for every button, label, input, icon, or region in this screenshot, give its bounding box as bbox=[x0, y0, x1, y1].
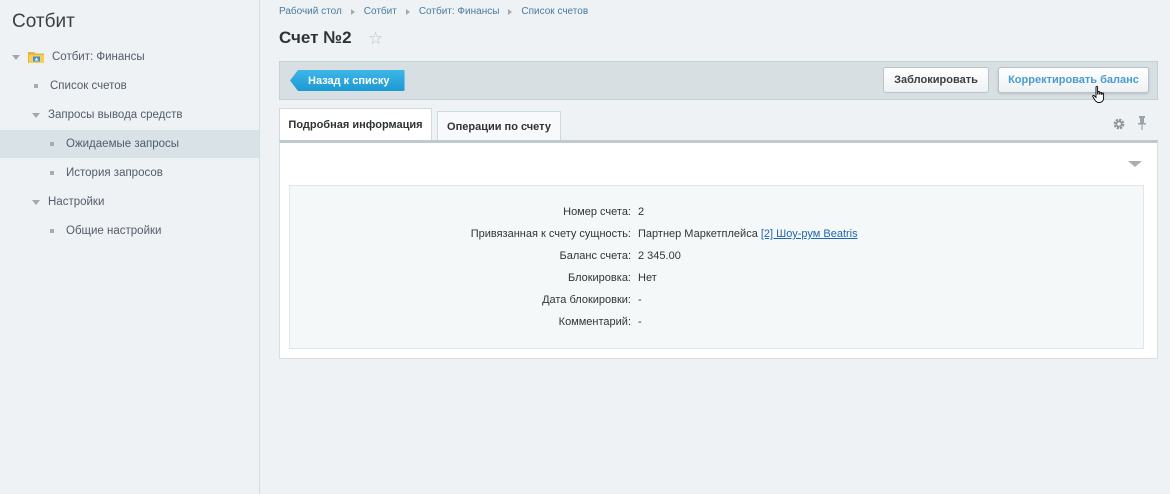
page-title: Счет №2 bbox=[279, 28, 352, 47]
sidebar-item-pending-requests[interactable]: Ожидаемые запросы bbox=[0, 130, 259, 158]
detail-label: Привязанная к счету сущность: bbox=[470, 228, 631, 240]
sidebar-item-label: Сотбит: Финансы bbox=[52, 51, 145, 63]
back-to-list-button[interactable]: Назад к списку bbox=[290, 70, 405, 91]
sidebar-item-accounts-list[interactable]: Список счетов bbox=[0, 72, 259, 100]
entity-type: Партнер Маркетплейса bbox=[638, 228, 758, 240]
breadcrumb-item-sotbit[interactable]: Сотбит bbox=[364, 6, 397, 17]
sidebar-item-settings[interactable]: Настройки bbox=[0, 188, 259, 216]
sidebar-item-label: Ожидаемые запросы bbox=[66, 138, 180, 150]
chevron-right-icon bbox=[350, 8, 355, 15]
detail-row-block-date: Дата блокировки: - bbox=[290, 294, 1145, 310]
sidebar-item-label: История запросов bbox=[66, 167, 163, 179]
detail-label: Номер счета: bbox=[563, 206, 631, 218]
detail-label: Блокировка: bbox=[567, 272, 631, 284]
sidebar: Сотбит Сотбит: Финансы Список счетов Зап… bbox=[0, 0, 260, 494]
detail-row-entity: Привязанная к счету сущность: Партнер Ма… bbox=[290, 228, 1145, 244]
chevron-down-icon bbox=[32, 199, 40, 205]
sidebar-item-label: Список счетов bbox=[50, 80, 127, 92]
sidebar-item-label: Запросы вывода средств bbox=[48, 109, 183, 121]
chevron-down-icon bbox=[12, 54, 20, 60]
breadcrumb-item-finance[interactable]: Сотбит: Финансы bbox=[419, 6, 500, 17]
bullet-icon bbox=[50, 229, 54, 233]
chevron-right-icon bbox=[508, 8, 513, 15]
detail-label: Комментарий: bbox=[558, 316, 631, 328]
detail-value: 2 345.00 bbox=[638, 250, 681, 262]
details-box: Номер счета: 2 Привязанная к счету сущно… bbox=[289, 185, 1144, 349]
star-icon[interactable]: ☆ bbox=[368, 30, 383, 47]
chevron-right-icon bbox=[405, 8, 410, 15]
breadcrumb-item-desktop[interactable]: Рабочий стол bbox=[279, 6, 342, 17]
sidebar-item-withdrawals[interactable]: Запросы вывода средств bbox=[0, 101, 259, 129]
detail-value: - bbox=[638, 316, 642, 328]
lock-button[interactable]: Заблокировать bbox=[883, 67, 989, 93]
detail-label: Дата блокировки: bbox=[542, 294, 631, 306]
chevron-down-icon bbox=[32, 112, 40, 118]
bullet-icon bbox=[34, 84, 38, 88]
detail-value: 2 bbox=[638, 206, 645, 218]
entity-link[interactable]: [2] Шоу-рум Beatris bbox=[761, 228, 858, 240]
detail-row-account-number: Номер счета: 2 bbox=[290, 206, 1145, 222]
sidebar-item-finance[interactable]: Сотбит: Финансы bbox=[0, 43, 259, 71]
sidebar-item-label: Настройки bbox=[48, 196, 105, 208]
sidebar-title: Сотбит bbox=[12, 11, 75, 32]
details-panel: Номер счета: 2 Привязанная к счету сущно… bbox=[279, 140, 1158, 359]
tab-operations[interactable]: Операции по счету bbox=[437, 111, 561, 141]
breadcrumb: Рабочий стол Сотбит Сотбит: Финансы Спис… bbox=[279, 6, 588, 17]
detail-value: Партнер Маркетплейса [2] Шоу-рум Beatris bbox=[638, 228, 858, 240]
gear-icon[interactable] bbox=[1113, 118, 1125, 130]
detail-value: - bbox=[638, 294, 642, 306]
correct-balance-button[interactable]: Корректировать баланс bbox=[998, 67, 1149, 93]
sidebar-item-requests-history[interactable]: История запросов bbox=[0, 159, 259, 187]
sidebar-item-label: Общие настройки bbox=[66, 225, 162, 237]
breadcrumb-item-accounts[interactable]: Список счетов bbox=[521, 6, 588, 17]
detail-row-balance: Баланс счета: 2 345.00 bbox=[290, 250, 1145, 266]
detail-row-comment: Комментарий: - bbox=[290, 316, 1145, 332]
detail-label: Баланс счета: bbox=[559, 250, 631, 262]
folder-icon bbox=[28, 50, 45, 64]
detail-value: Нет bbox=[638, 272, 657, 284]
tab-details[interactable]: Подробная информация bbox=[279, 108, 432, 140]
pin-icon[interactable] bbox=[1138, 116, 1146, 130]
sidebar-item-general-settings[interactable]: Общие настройки bbox=[0, 217, 259, 245]
bullet-icon bbox=[50, 142, 54, 146]
toolbar: Назад к списку Заблокировать Корректиров… bbox=[279, 61, 1158, 100]
collapse-arrow-icon[interactable] bbox=[1128, 161, 1142, 167]
bullet-icon bbox=[50, 171, 54, 175]
detail-row-blocked: Блокировка: Нет bbox=[290, 272, 1145, 288]
hand-cursor-icon bbox=[1092, 86, 1105, 103]
